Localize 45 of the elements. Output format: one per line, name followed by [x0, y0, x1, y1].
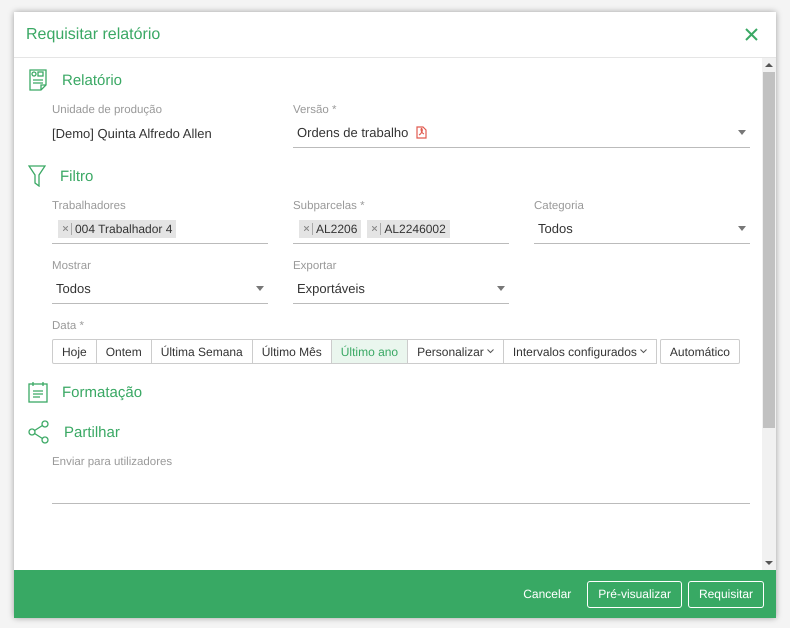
field-label: Enviar para utilizadores [52, 455, 174, 470]
dialog-title: Requisitar relatório [26, 26, 160, 44]
field-label: Versão * [293, 103, 338, 118]
close-icon [745, 28, 758, 41]
scrollbar[interactable] [762, 58, 776, 570]
select-field[interactable]: Ordens de trabalho [293, 118, 750, 148]
section-title: Partilhar [64, 424, 120, 440]
field-label: Unidade de produção [52, 103, 163, 118]
field-label: Subparcelas * [293, 199, 366, 214]
date-range-button[interactable]: Último Mês [252, 339, 332, 364]
date-range-button[interactable]: Hoje [52, 339, 97, 364]
tag-field[interactable]: 004 Trabalhador 4 [52, 214, 268, 244]
caret-icon [738, 130, 746, 135]
select-field[interactable]: Todos [534, 214, 750, 244]
caret-icon [497, 286, 505, 291]
section-title: Relatório [62, 72, 122, 88]
tag-chip[interactable]: AL2206 [299, 220, 362, 238]
field-label: Categoria [534, 199, 585, 214]
date-range-button[interactable]: Última Semana [150, 339, 253, 364]
date-range-button[interactable]: Ontem [96, 339, 152, 364]
caret-icon [256, 286, 264, 291]
automatic-button[interactable]: Automático [660, 339, 740, 364]
notepad-icon [28, 381, 48, 403]
field-label: Trabalhadores [52, 199, 127, 214]
section-title: Formatação [62, 384, 142, 400]
filter-icon [28, 165, 46, 187]
date-range-button[interactable]: Personalizar [407, 339, 504, 364]
tag-field[interactable]: AL2206 AL2246002 [293, 214, 509, 244]
remove-icon[interactable] [63, 226, 68, 231]
section-title: Filtro [60, 168, 94, 184]
tag-chip[interactable]: 004 Trabalhador 4 [58, 220, 176, 238]
date-range-button[interactable]: Intervalos configurados [502, 339, 657, 364]
field-label: Mostrar [52, 259, 92, 274]
caret-icon [738, 226, 746, 231]
remove-icon[interactable] [372, 226, 378, 231]
share-icon [28, 420, 50, 444]
close-button[interactable] [743, 26, 760, 43]
select-field[interactable]: Exportáveis [293, 274, 509, 304]
report-icon [28, 69, 48, 91]
tag-chip[interactable]: AL2246002 [367, 220, 450, 238]
field-value: [Demo] Quinta Alfredo Allen [52, 126, 212, 140]
remove-icon[interactable] [304, 226, 309, 231]
field-label: Data * [52, 319, 85, 334]
field-label: Exportar [293, 259, 338, 274]
select-field[interactable]: Todos [52, 274, 268, 304]
